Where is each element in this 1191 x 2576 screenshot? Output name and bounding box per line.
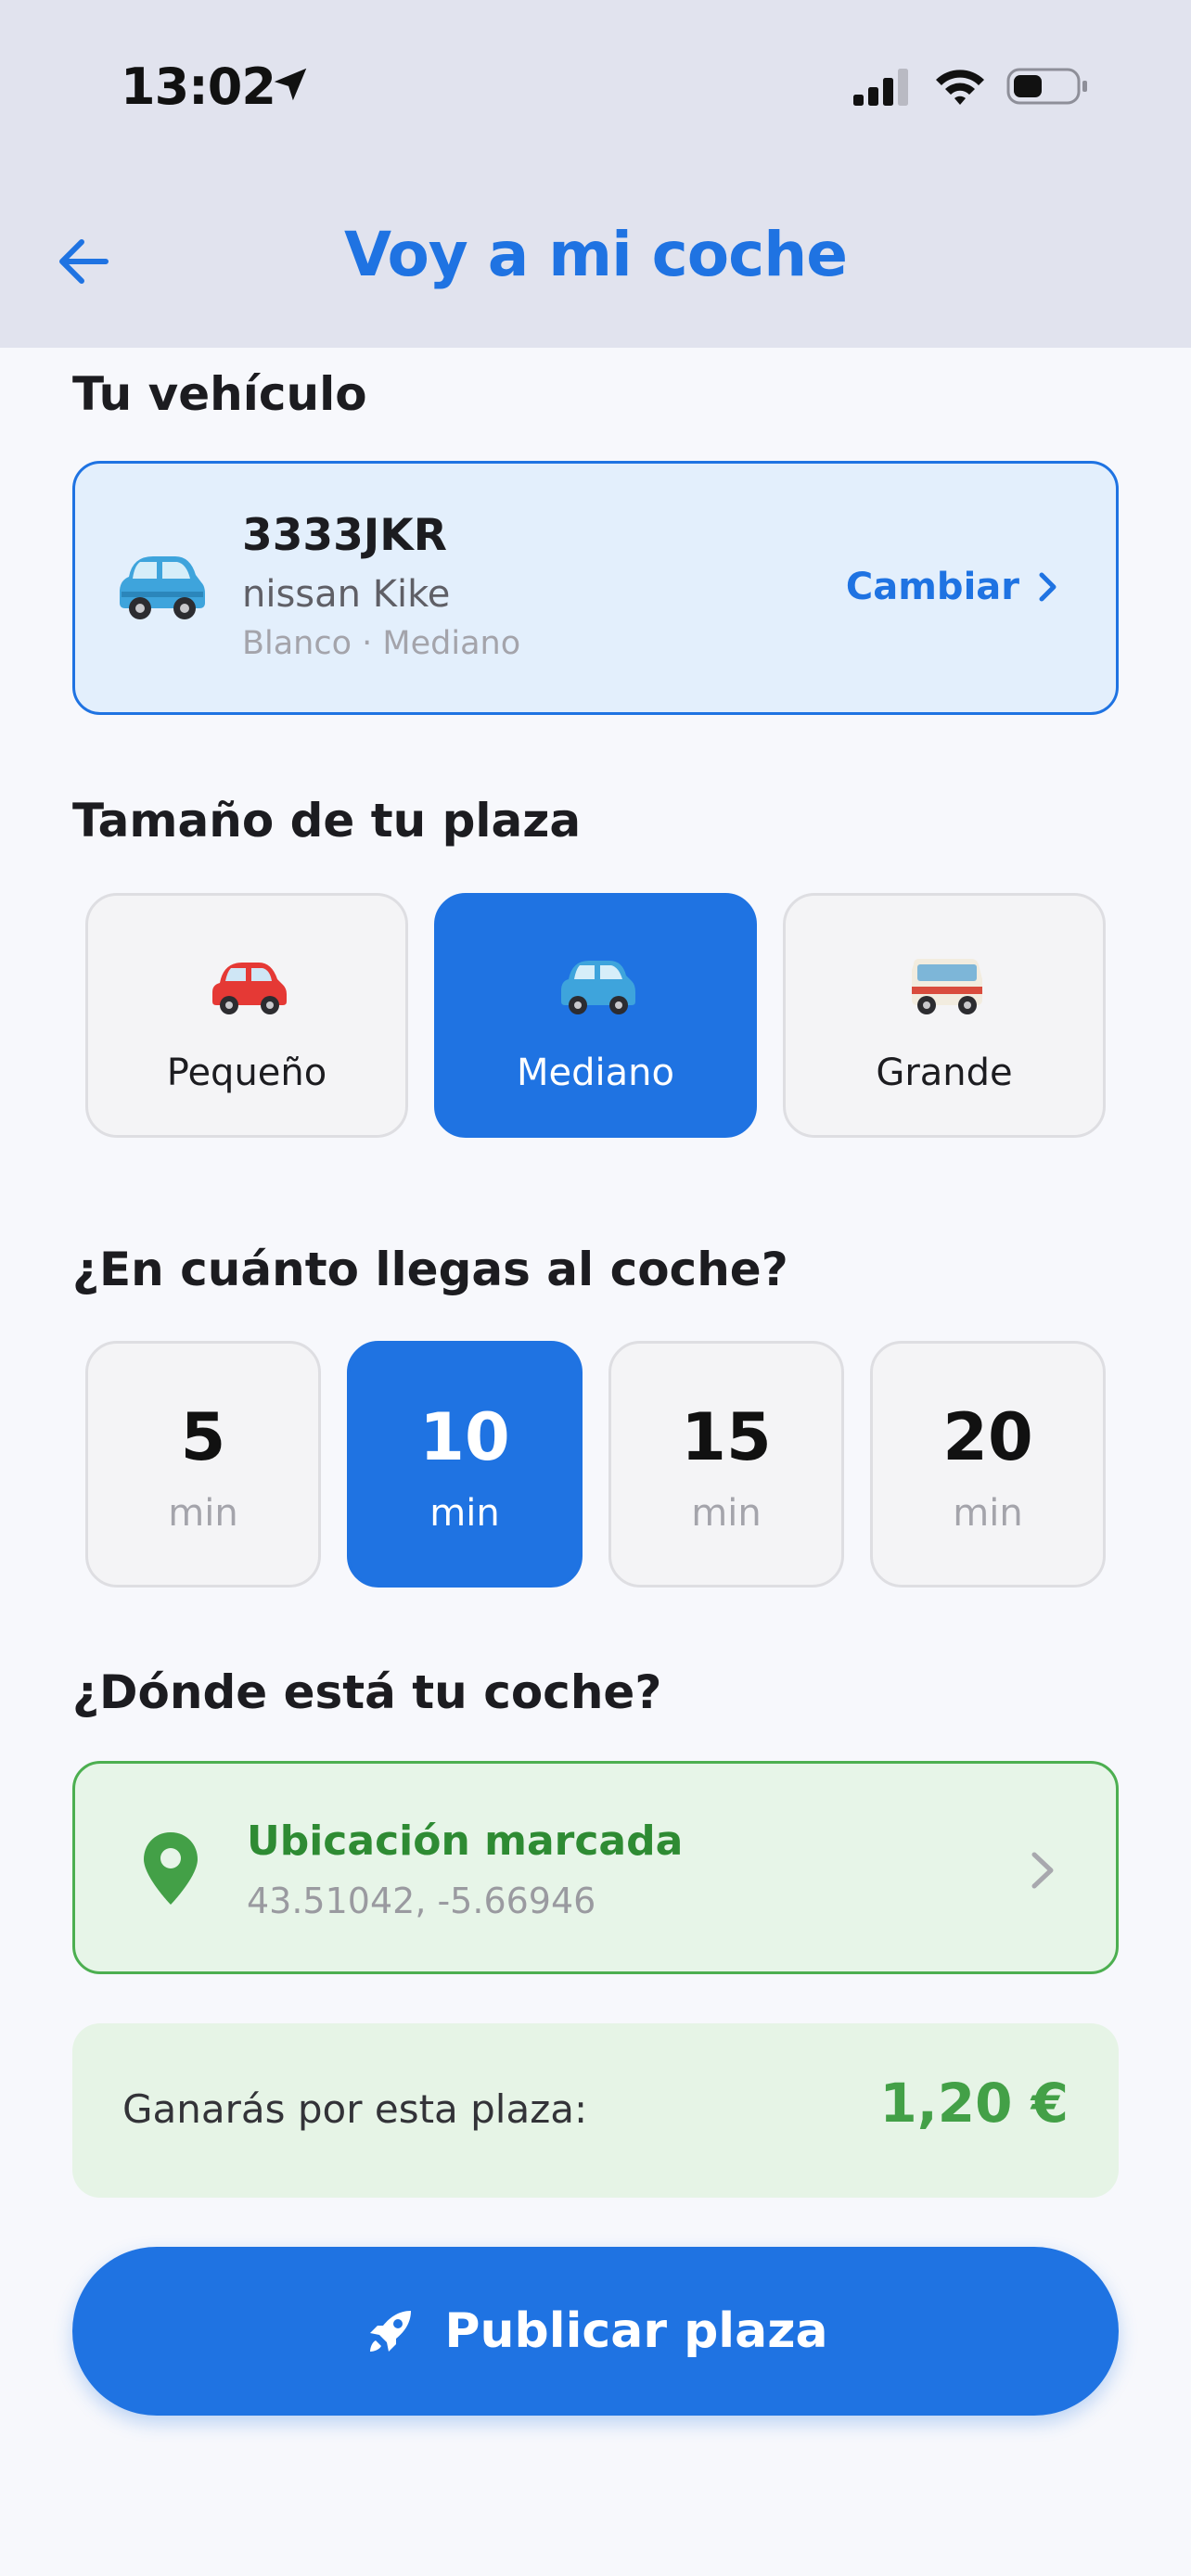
- chevron-right-icon: [1031, 1852, 1054, 1889]
- arrival-option-5[interactable]: 5 min: [85, 1341, 321, 1588]
- publish-label: Publicar plaza: [444, 2303, 828, 2359]
- vehicle-specs: Blanco · Mediano: [242, 625, 521, 662]
- arrival-option-15[interactable]: 15 min: [608, 1341, 844, 1588]
- chevron-right-icon: [1039, 572, 1057, 602]
- change-vehicle-label: Cambiar: [845, 566, 1019, 608]
- earnings-value: 1,20 €: [879, 2072, 1069, 2135]
- size-section-title: Tamaño de tu plaza: [72, 794, 582, 848]
- page-title: Voy a mi coche: [343, 219, 848, 290]
- signal-icon: [853, 69, 908, 106]
- arrival-value: 10: [419, 1399, 510, 1475]
- size-option-large[interactable]: Grande: [783, 893, 1106, 1138]
- arrival-unit: min: [429, 1492, 500, 1535]
- small-car-icon: [212, 963, 287, 1014]
- location-section-title: ¿Dónde está tu coche?: [72, 1665, 662, 1719]
- van-icon: [912, 959, 982, 1014]
- map-pin-icon: [144, 1832, 198, 1905]
- arrival-unit: min: [691, 1492, 762, 1535]
- vehicle-plate: 3333JKR: [242, 510, 447, 561]
- status-time: 13:02: [121, 57, 276, 116]
- header: 13:02 Voy a mi coche: [0, 0, 1191, 348]
- arrival-unit: min: [168, 1492, 238, 1535]
- arrival-option-20[interactable]: 20 min: [870, 1341, 1106, 1588]
- location-coords: 43.51042, -5.66946: [247, 1881, 596, 1921]
- arrival-value: 5: [180, 1399, 226, 1475]
- size-option-medium[interactable]: Mediano: [434, 893, 757, 1138]
- car-icon: [120, 556, 205, 619]
- rocket-icon: [370, 2311, 412, 2352]
- arrival-value: 20: [942, 1399, 1033, 1475]
- wifi-icon: [936, 70, 984, 105]
- arrival-unit: min: [953, 1492, 1023, 1535]
- arrival-section-title: ¿En cuánto llegas al coche?: [72, 1243, 788, 1296]
- change-vehicle-button[interactable]: Cambiar: [846, 566, 1058, 608]
- medium-car-icon: [561, 961, 635, 1014]
- size-option-label: Pequeño: [166, 1052, 327, 1094]
- vehicle-section-title: Tu vehículo: [72, 367, 367, 421]
- earnings-card: Ganarás por esta plaza: 1,20 €: [72, 2023, 1119, 2198]
- arrival-options: 5 min 10 min 15 min 20 min: [85, 1341, 1106, 1588]
- size-option-label: Grande: [876, 1052, 1013, 1094]
- arrival-value: 15: [681, 1399, 772, 1475]
- location-arrow-icon: [274, 68, 307, 101]
- location-title: Ubicación marcada: [247, 1817, 684, 1865]
- publish-button[interactable]: Publicar plaza: [72, 2247, 1119, 2416]
- size-options: Pequeño Mediano Grande: [85, 893, 1106, 1138]
- location-card[interactable]: Ubicación marcada 43.51042, -5.66946: [72, 1761, 1119, 1974]
- size-option-label: Mediano: [517, 1052, 674, 1094]
- battery-icon: [1006, 68, 1087, 105]
- vehicle-card[interactable]: 3333JKR nissan Kike Blanco · Mediano Cam…: [72, 461, 1119, 715]
- earnings-label: Ganarás por esta plaza:: [122, 2086, 588, 2132]
- arrival-option-10[interactable]: 10 min: [347, 1341, 583, 1588]
- vehicle-model: nissan Kike: [242, 573, 451, 616]
- size-option-small[interactable]: Pequeño: [85, 893, 408, 1138]
